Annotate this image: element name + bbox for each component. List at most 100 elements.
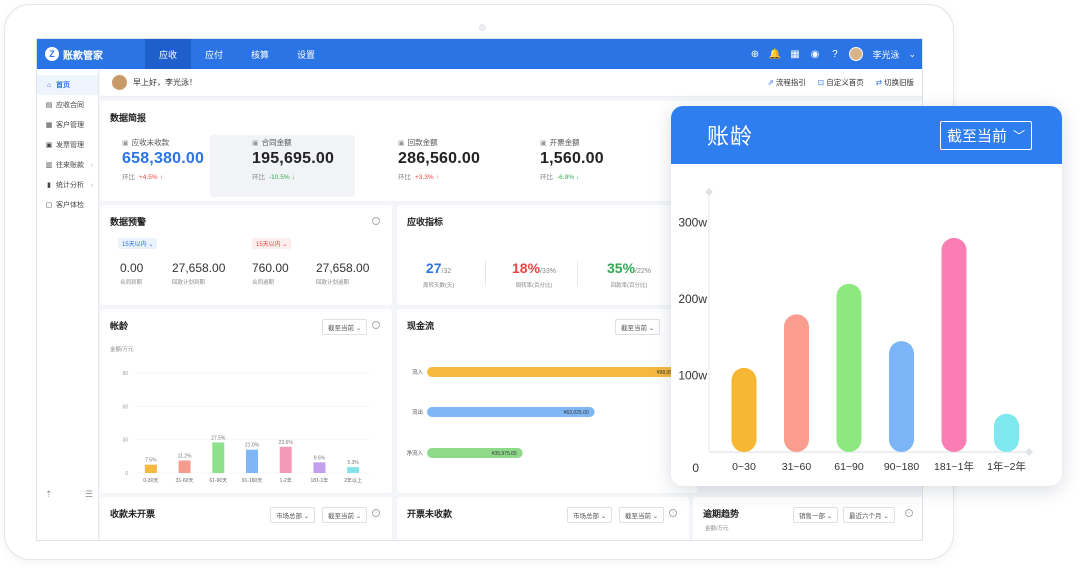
aging-bar[interactable] [279,446,292,473]
flow-icon: ⇗ [767,78,774,87]
period-dropdown[interactable]: 最近六个月 ⌄ [843,507,895,523]
contract-icon: ▣ [252,139,259,147]
warning-tag-1[interactable]: 15天以内 ⌄ [118,238,158,249]
logo-mark-icon: Z [45,47,59,61]
cashflow-bar[interactable] [427,367,688,377]
nav-item[interactable]: 设置 [283,39,329,69]
kpi-compare-label: 环比 [398,174,411,181]
nav-item[interactable]: 应收 [145,39,192,69]
y-tick-label: 0 [125,471,128,477]
info-icon[interactable]: › [905,509,913,517]
x-tick-label: 31-60天 [176,478,194,484]
divider [485,260,486,286]
popup-aging-bar[interactable] [994,413,1019,452]
quick-link[interactable]: ⊡ 自定义首页 [818,77,864,88]
popup-dropdown[interactable]: 截至当前 ﹀ [939,120,1032,150]
y-tick-label: 30 [122,438,128,444]
dept-dropdown[interactable]: 市场总部 ⌄ [567,507,613,523]
aging-bar[interactable] [313,462,326,473]
bar-data-label: 21.0% [245,443,260,449]
info-icon[interactable]: › [669,509,677,517]
x-tick-label: 31~60 [782,461,812,473]
kpi-value: 195,695.00 [252,150,335,167]
sidebar-item[interactable]: ▦ 客户管理 [37,115,98,135]
period-dropdown[interactable]: 截至当前 ⌄ [322,507,368,523]
chevron-down-icon[interactable]: ⌄ [908,49,916,60]
popup-aging-bar[interactable] [784,314,809,452]
info-icon[interactable]: › [372,217,380,225]
warning-item[interactable]: 760.00 合同逾期 [252,261,289,286]
back-to-top-icon[interactable]: ⇡ [45,489,53,500]
sidebar-item[interactable]: ⌂ 首页 [37,75,98,95]
aging-dropdown[interactable]: 截至当前 ⌄ [322,319,368,335]
greeting-bar: 早上好，李光泳！ ⇗ 流程指引 ⊡ 自定义首页 ⇄ 切换旧版 [100,69,922,97]
popup-aging-bar[interactable] [889,341,914,452]
cashflow-title: 现金流 [407,321,435,331]
warning-item[interactable]: 0.00 合同到期 [120,261,143,286]
x-tick-label: 61~90 [834,461,864,473]
kpi-change: +3.3% [415,174,434,181]
contact-icon[interactable]: ◉ [809,49,820,60]
aging-bar[interactable] [212,442,225,473]
popup-aging-bar[interactable] [941,237,967,452]
warning-item[interactable]: 27,658.00 回款计划逾期 [316,261,369,286]
user-avatar[interactable] [849,47,864,61]
warning-item[interactable]: 27,658.00 回款计划到期 [172,261,225,286]
aging-bar[interactable] [144,464,157,473]
kpi-label: 合同金额 [261,138,292,147]
quick-link[interactable]: ⇄ 切换旧版 [876,77,914,88]
indicator-item[interactable]: 27/32 周转天数(天) [423,260,454,289]
kpi-label-row: ▣ 回款金额 [398,137,480,148]
sidebar-item[interactable]: ▤ 应收合同 [37,95,98,115]
x-tick-label: 1-2年 [280,477,292,484]
dept-dropdown[interactable]: 市场总部 ⌄ [270,507,316,523]
kpi-item[interactable]: ▣ 合同金额 195,695.00 环比 -10.5% ↓ [252,137,334,181]
apps-icon[interactable]: ▦ [789,49,800,60]
help-icon[interactable]: ? [829,49,840,60]
indicator-item[interactable]: 35%/22% 回款率(百分比) [607,260,651,289]
cashflow-dropdown[interactable]: 截至当前 ⌄ [615,319,661,335]
user-name[interactable]: 李光泳 [872,48,899,61]
period-dropdown[interactable]: 截至当前 ⌄ [619,507,665,523]
x-tick-label: 0~30 [732,461,756,473]
cashflow-card: 现金流 截至当前 ⌄ 流入 ¥98,050.65 流出 ¥63,025.00 净流入 ¥3… [397,309,697,493]
kpi-label-row: ▣ 应收未收款 [122,137,204,148]
nav-item[interactable]: 应付 [191,39,237,69]
sidebar-item[interactable]: ▮ 统计分析 › [37,175,98,195]
info-icon[interactable]: › [372,509,380,517]
dept-dropdown[interactable]: 销售一部 ⌄ [793,507,839,523]
popup-aging-bar[interactable] [731,367,757,452]
kpi-item[interactable]: ▣ 回款金额 286,560.00 环比 +3.3% ↑ [398,137,480,181]
collapse-icon[interactable]: ☰ [85,489,93,500]
add-icon[interactable]: ⊕ [749,49,760,60]
arrow-up-icon: ↑ [159,174,163,181]
quick-links: ⇗ 流程指引 ⊡ 自定义首页 ⇄ 切换旧版 [768,77,914,88]
kpi-label: 开票金额 [549,138,580,147]
popup-aging-chart: 0 100w 200w 300w 0~30 31~60 61~90 90~180 181~1年 1… [678,188,1033,475]
aging-bar[interactable] [347,467,360,473]
kpi-value: 286,560.00 [398,150,481,167]
info-icon[interactable]: › [372,321,380,329]
kpi-item[interactable]: ▣ 开票金额 1,560.00 环比 -6.9% ↓ [540,137,604,181]
quick-link-label: 流程指引 [775,78,806,87]
aging-card: 帐龄 截至当前 ⌄ › 金额/万元 0 30 60 90 7.5% 0-30天 11.2% 3… [100,309,392,493]
sidebar-item[interactable]: ▣ 发票管理 [37,135,98,155]
unpaid-card: 开票未收款 市场总部 ⌄ 截至当前 ⌄ › [397,497,689,540]
quick-link[interactable]: ⇗ 流程指引 [768,77,806,88]
aging-bar[interactable] [178,460,191,473]
chevron-right-icon: › [90,181,93,189]
aging-bar[interactable] [246,449,258,473]
kpi-item[interactable]: ▣ 应收未收款 658,380.00 环比 +4.5% ↑ [122,137,204,181]
sidebar-item[interactable]: ▥ 往来账款 › [37,155,98,175]
indicator-sub: /33% [540,268,556,275]
nav-item[interactable]: 核算 [237,39,283,69]
sidebar-item[interactable]: ▢ 客户体检 [37,195,98,215]
aging-unit: 金额/万元 [110,347,134,353]
top-navbar: Z 账款管家 应收 应付 核算 设置 ⊕ 🔔 ▦ ◉ ? 李光泳 ⌄ [37,39,922,69]
app-logo[interactable]: Z 账款管家 [45,47,145,62]
warning-title: 数据预警 [110,217,147,227]
warning-tag-2[interactable]: 15天以内 ⌄ [252,238,292,249]
bell-icon[interactable]: 🔔 [769,49,781,60]
popup-aging-bar[interactable] [836,283,862,452]
indicator-item[interactable]: 18%/33% 周转率(百分比) [512,260,556,289]
